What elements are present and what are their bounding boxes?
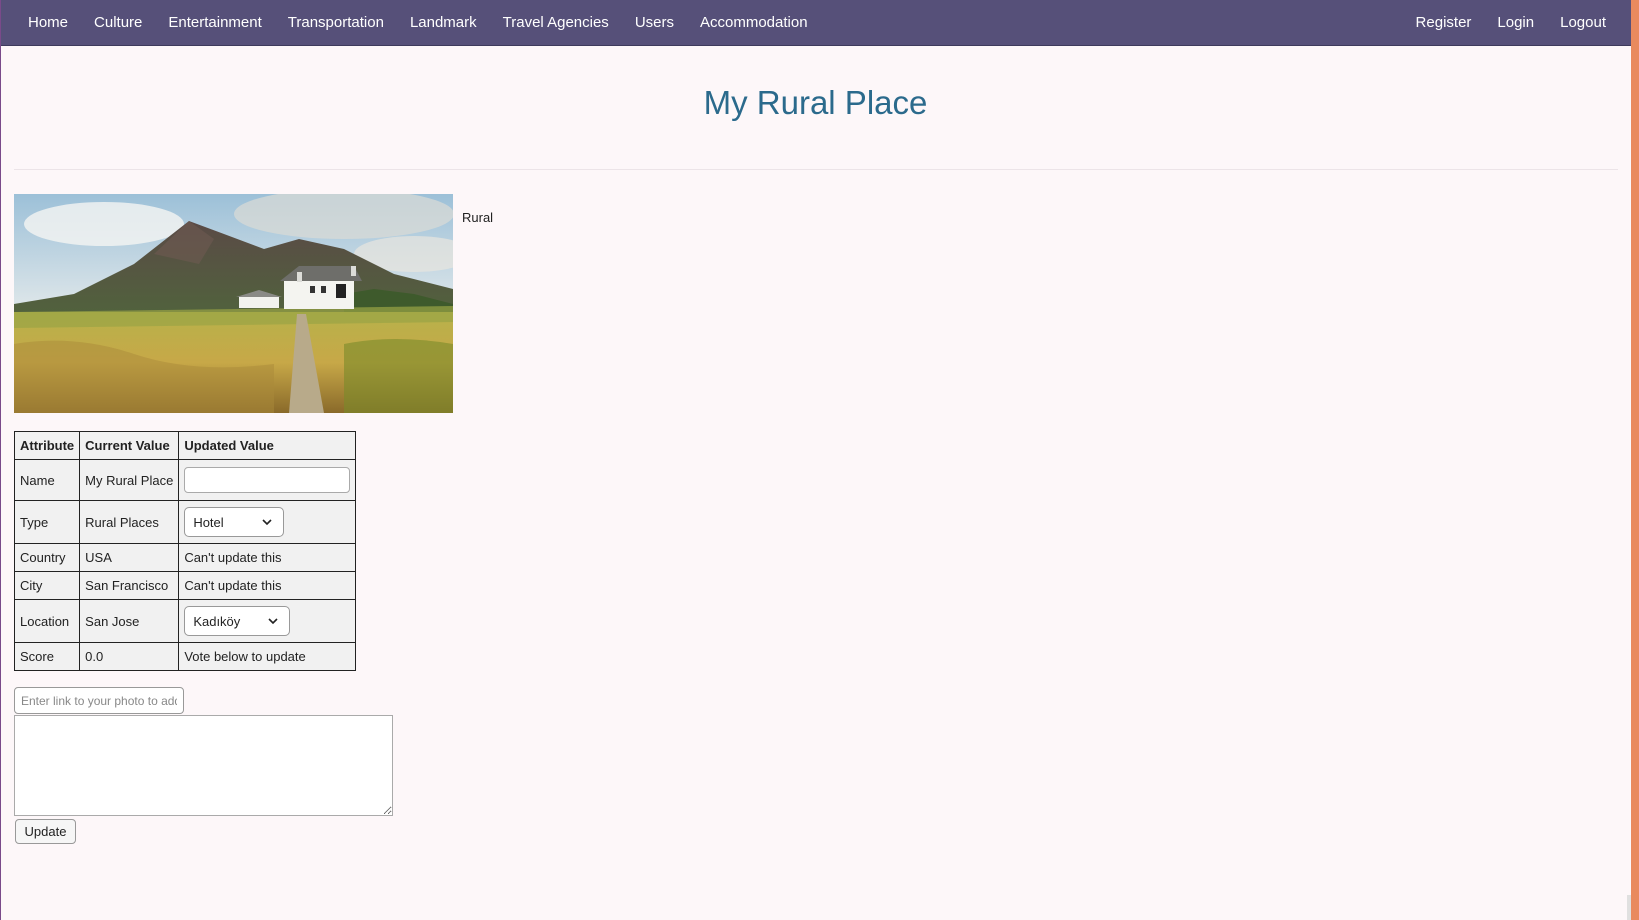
table-row-city: City San Francisco Can't update this [13, 571, 357, 600]
attr-label: Type [13, 500, 81, 544]
current-value: San Francisco [79, 571, 180, 600]
current-value: San Jose [79, 599, 180, 643]
photo-link-input[interactable] [14, 687, 184, 714]
chevron-down-icon [262, 519, 272, 526]
nav-entertainment-link[interactable]: Entertainment [155, 0, 274, 45]
updated-value-cell [178, 459, 357, 501]
table-row-location: Location San Jose Kadıköy [13, 599, 357, 643]
nav-left-group: Home Culture Entertainment Transportatio… [15, 0, 821, 45]
updated-value-cell: Kadıköy [178, 599, 357, 643]
table-row-score: Score 0.0 Vote below to update [13, 642, 357, 671]
window-right-border [1631, 0, 1639, 920]
nav-home-link[interactable]: Home [15, 0, 81, 45]
updated-value: Vote below to update [178, 642, 357, 671]
chevron-down-icon [268, 618, 278, 625]
top-navbar: Home Culture Entertainment Transportatio… [1, 0, 1631, 46]
rural-landscape-image [14, 194, 453, 413]
nav-right-group: Register Login Logout [1403, 0, 1619, 45]
attr-label: City [13, 571, 81, 600]
attr-label: Name [13, 459, 81, 501]
nav-login-link[interactable]: Login [1484, 0, 1547, 45]
photo-caption: Rural [462, 210, 494, 225]
table-header-row: Attribute Current Value Updated Value [13, 431, 357, 460]
nav-travel-agencies-link[interactable]: Travel Agencies [490, 0, 622, 45]
nav-accommodation-link[interactable]: Accommodation [687, 0, 821, 45]
attr-label: Score [13, 642, 81, 671]
column-header-attribute: Attribute [13, 431, 81, 460]
column-header-current-value: Current Value [79, 431, 180, 460]
current-value: 0.0 [79, 642, 180, 671]
page-title: My Rural Place [703, 84, 928, 121]
table-row-type: Type Rural Places Hotel [13, 500, 357, 544]
location-select[interactable]: Kadıköy [184, 606, 291, 636]
window-left-border [0, 0, 1, 920]
current-value: USA [79, 543, 180, 572]
table-row-country: Country USA Can't update this [13, 543, 357, 572]
nav-register-link[interactable]: Register [1403, 0, 1485, 45]
place-photo [14, 194, 453, 413]
comment-textarea[interactable] [14, 715, 393, 816]
nav-culture-link[interactable]: Culture [81, 0, 155, 45]
current-value: My Rural Place [79, 459, 180, 501]
nav-logout-link[interactable]: Logout [1547, 0, 1619, 45]
attributes-table: Attribute Current Value Updated Value Na… [13, 431, 357, 671]
updated-value-cell: Hotel [178, 500, 357, 544]
type-select[interactable]: Hotel [184, 507, 285, 537]
column-header-updated-value: Updated Value [178, 431, 357, 460]
updated-value: Can't update this [178, 571, 357, 600]
title-divider [14, 169, 1618, 170]
nav-users-link[interactable]: Users [622, 0, 687, 45]
scrollbar-track[interactable] [1627, 895, 1631, 920]
name-input[interactable] [184, 467, 351, 493]
table-row-name: Name My Rural Place [13, 459, 357, 501]
current-value: Rural Places [79, 500, 180, 544]
nav-landmark-link[interactable]: Landmark [397, 0, 490, 45]
location-select-value: Kadıköy [193, 613, 241, 629]
update-button[interactable]: Update [15, 819, 76, 844]
attr-label: Location [13, 599, 81, 643]
type-select-value: Hotel [193, 514, 224, 530]
updated-value: Can't update this [178, 543, 357, 572]
attr-label: Country [13, 543, 81, 572]
nav-transportation-link[interactable]: Transportation [275, 0, 397, 45]
